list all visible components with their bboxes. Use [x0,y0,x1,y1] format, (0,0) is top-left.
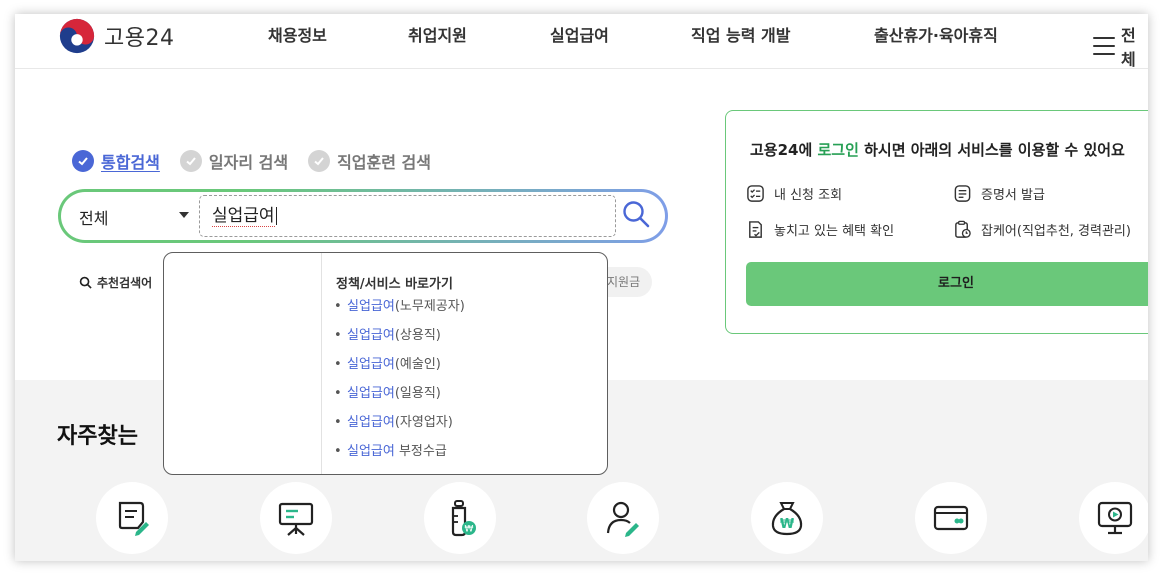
tab-training-search[interactable]: 직업훈련 검색 [308,149,431,173]
search-input[interactable]: 실업급여 [199,195,616,237]
caret-down-icon [179,212,189,218]
login-link[interactable]: 로그인 [818,141,859,159]
suggestion-item[interactable]: • 실업급여(자영업자) [334,413,465,442]
quick-link-3[interactable]: ₩ [424,482,496,554]
login-card: 고용24에 로그인 하시면 아래의 서비스를 이용할 수 있어요 내 신청 조회… [725,110,1148,334]
login-card-title: 고용24에 로그인 하시면 아래의 서비스를 이용할 수 있어요 [750,141,1125,159]
tab-label: 통합검색 [101,153,160,172]
suggestion-item[interactable]: • 실업급여 부정수급 [334,442,465,471]
service-jobcare[interactable]: 잡케어(직업추천, 경력관리) [953,220,1131,239]
quick-link-6[interactable] [915,482,987,554]
recommended-label: 추천검색어 [97,276,153,290]
hamburger-icon [1093,37,1115,55]
recommended-keywords: 추천검색어 [79,274,152,291]
document-check-icon [749,221,762,238]
full-menu-label: 전체 [1121,26,1136,69]
clipboard-clock-icon [955,220,971,238]
dropdown-divider [321,253,322,474]
search-query: 실업급여 [212,206,275,227]
browser-viewport: 고용24 채용정보 취업지원 실업급여 직업 능력 개발 출산휴가·육아휴직 전… [15,14,1148,561]
suggestion-item[interactable]: • 실업급여(상용직) [334,326,465,355]
suggestion-item[interactable]: • 실업급여(예술인) [334,355,465,384]
nav-item-jobs[interactable]: 채용정보 [268,22,327,46]
quick-link-5[interactable]: ₩ [751,482,823,554]
suggestion-list: • 실업급여(노무제공자) • 실업급여(상용직) • 실업급여(예술인) • 실업급여… [334,297,465,471]
tab-label: 일자리 검색 [208,153,289,172]
quick-link-2[interactable] [260,482,332,554]
monitor-play-icon [1097,501,1133,535]
site-header: 고용24 채용정보 취업지원 실업급여 직업 능력 개발 출산휴가·육아휴직 전… [15,14,1148,69]
nav-item-parental-leave[interactable]: 출산휴가·육아휴직 [874,22,998,46]
site-logo[interactable]: 고용24 [58,16,174,56]
nav-item-employment-support[interactable]: 취업지원 [408,22,467,46]
person-edit-icon [606,501,639,537]
search-type-tabs: 통합검색 일자리 검색 직업훈련 검색 [72,149,451,173]
baby-bottle-won-icon: ₩ [451,500,476,537]
suggestion-item[interactable]: • 실업급여(일용직) [334,384,465,413]
frequent-services-title: 자주찾는 [57,424,138,449]
taegeuk-logo-icon [59,18,95,54]
svg-text:₩: ₩ [465,525,474,535]
nav-item-unemployment-benefit[interactable]: 실업급여 [550,22,609,46]
logo-text: 고용24 [104,26,175,51]
presentation-board-icon [278,502,314,536]
service-missed-benefits[interactable]: 놓치고 있는 혜택 확인 [746,220,894,239]
nav-item-vocational-training[interactable]: 직업 능력 개발 [691,22,790,46]
quick-link-1[interactable] [96,482,168,554]
document-pen-icon [118,501,149,536]
search-icon[interactable] [621,199,651,229]
svg-text:₩: ₩ [780,517,795,532]
tab-label: 직업훈련 검색 [337,153,431,172]
search-icon [79,276,92,289]
check-circle-icon [308,150,331,172]
suggestion-item[interactable]: • 실업급여(노무제공자) [334,297,465,326]
login-button[interactable]: 로그인 [746,262,1148,306]
autocomplete-dropdown: 정책/서비스 바로가기 • 실업급여(노무제공자) • 실업급여(상용직) • 실업급… [163,252,608,475]
service-certificate[interactable]: 증명서 발급 [953,184,1045,203]
text-caret [275,207,277,225]
tab-integrated-search[interactable]: 통합검색 [72,149,160,173]
check-circle-icon [179,150,202,172]
checklist-icon [747,185,764,202]
service-my-applications[interactable]: 내 신청 조회 [746,184,842,203]
certificate-icon [954,185,971,202]
check-circle-icon [72,150,94,172]
search-bar: 전체 실업급여 [58,189,668,243]
card-icon [933,505,969,531]
money-bag-won-icon: ₩ [771,502,803,536]
quick-link-7[interactable] [1079,482,1148,554]
dropdown-section-title: 정책/서비스 바로가기 [336,277,453,292]
quick-link-4[interactable] [587,482,659,554]
full-menu-button[interactable]: 전체 [1093,22,1148,70]
search-scope-value: 전체 [79,209,109,228]
tab-job-search[interactable]: 일자리 검색 [179,149,289,173]
